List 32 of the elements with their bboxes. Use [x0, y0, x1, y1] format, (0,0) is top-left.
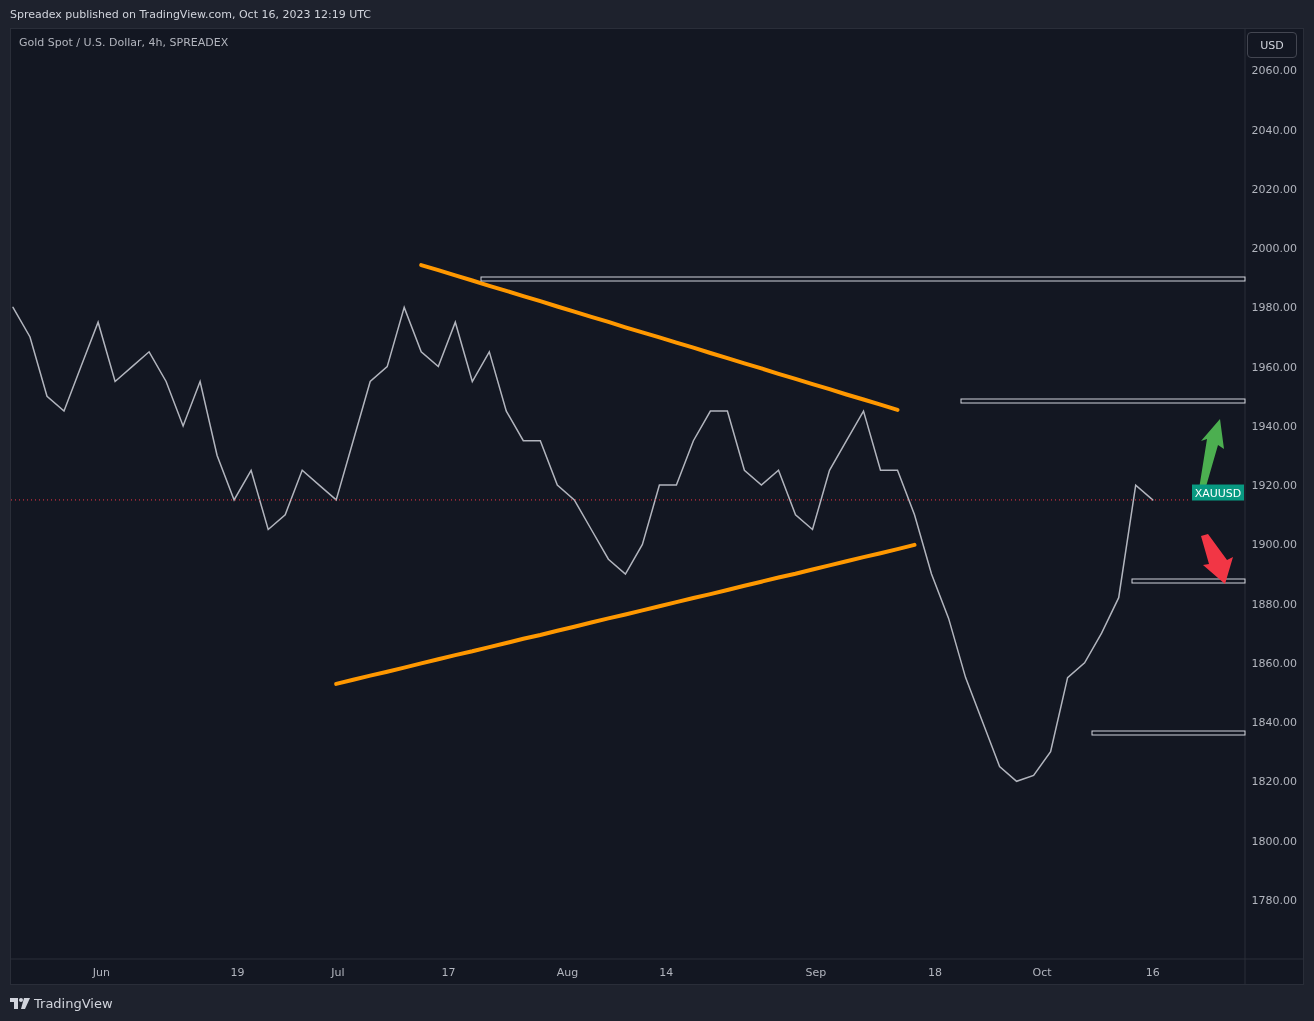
axis-label: Jul: [331, 966, 345, 979]
axis-label: 2020.00: [1251, 182, 1297, 196]
axis-label: 1780.00: [1251, 893, 1297, 907]
axis-label: 1960.00: [1251, 360, 1297, 374]
axis-label: 2060.00: [1251, 64, 1297, 78]
axis-label: 18: [927, 966, 942, 979]
axis-label: 16: [1145, 966, 1160, 979]
axis-label: 1840.00: [1251, 716, 1297, 730]
axis-label: 14: [659, 966, 674, 979]
currency-button[interactable]: USD: [1247, 32, 1297, 58]
price-label: XAUUSD: [1192, 484, 1244, 501]
axis-label: 1880.00: [1251, 597, 1297, 611]
axis-label: 1940.00: [1251, 419, 1297, 433]
axis-label: 1900.00: [1251, 538, 1297, 552]
axis-label: 2000.00: [1251, 242, 1297, 256]
axis-label: 19: [230, 966, 245, 979]
axis-label: 1980.00: [1251, 301, 1297, 315]
axis-label: 1820.00: [1251, 775, 1297, 789]
axis-label: Oct: [1032, 966, 1052, 979]
axis-label: 1860.00: [1251, 656, 1297, 670]
axis-label: 2040.00: [1251, 123, 1297, 137]
axis-label: 17: [441, 966, 456, 979]
axis-label: Aug: [556, 966, 579, 979]
axis-label: 1920.00: [1251, 479, 1297, 493]
logo-icon: [10, 997, 30, 1009]
publish-info: Spreadex published on TradingView.com, Oct 16, 2023 12:19 UTC: [10, 7, 371, 21]
chart-title: Gold Spot / U.S. Dollar, 4h, SPREADEX: [19, 36, 229, 49]
axis-label: Jun: [92, 966, 111, 979]
down-arrow-icon: [1201, 534, 1233, 584]
axis-label: Sep: [805, 966, 827, 979]
axis-label: 1800.00: [1251, 834, 1297, 848]
brand-name: TradingView: [34, 995, 113, 1011]
